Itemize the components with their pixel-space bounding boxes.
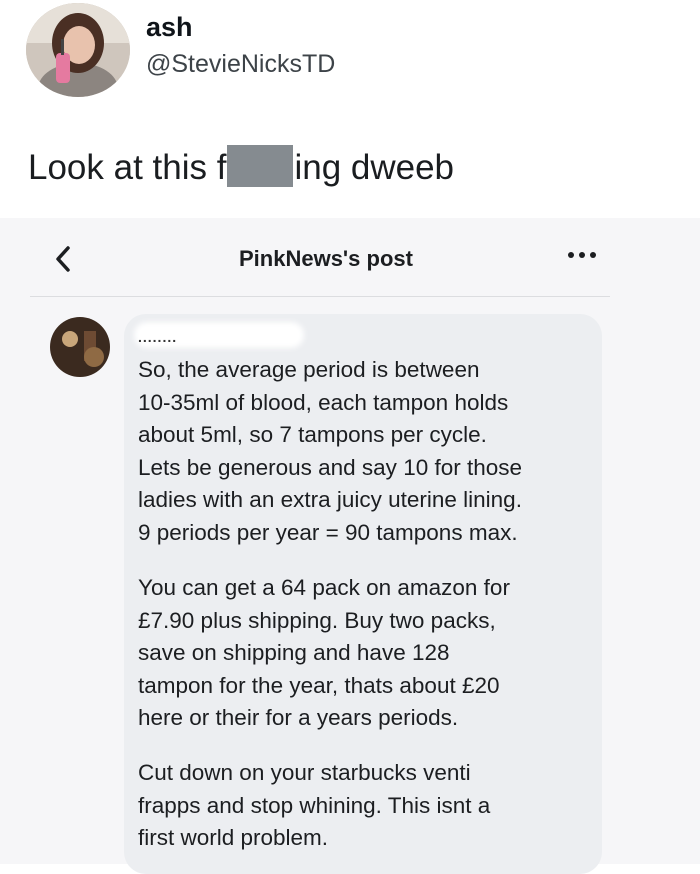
author-name-fragment: ........	[138, 329, 178, 345]
post-title: PinkNews's post	[239, 246, 413, 271]
embedded-screenshot: PinkNews's post ........ So, the average…	[0, 218, 700, 874]
comment-bubble: ........ So, the average period is betwe…	[124, 314, 602, 874]
chevron-left-icon[interactable]	[52, 244, 80, 278]
comment-paragraph: So, the average period is between 10-35m…	[138, 357, 523, 545]
user-handle[interactable]: @StevieNicksTD	[146, 50, 335, 79]
comment-paragraph: Cut down on your starbucks venti frapps …	[138, 760, 491, 850]
avatar-photo	[26, 3, 130, 97]
redaction-box	[227, 145, 294, 187]
tweet-text-start: Look at this f	[28, 148, 227, 187]
comment-paragraph: You can get a 64 pack on amazon for £7.9…	[138, 575, 510, 730]
commenter-avatar[interactable]	[50, 317, 110, 377]
tweet-text: Look at this f ing dweeb	[28, 145, 454, 188]
tweet-text-end: ing dweeb	[294, 148, 455, 187]
display-name[interactable]: ash	[146, 12, 193, 43]
more-horizontal-icon[interactable]	[567, 236, 597, 267]
avatar[interactable]	[26, 3, 130, 97]
divider	[30, 296, 610, 297]
